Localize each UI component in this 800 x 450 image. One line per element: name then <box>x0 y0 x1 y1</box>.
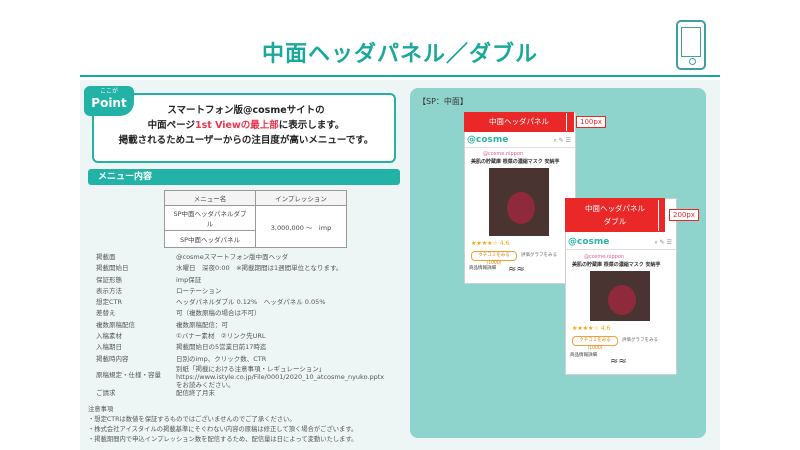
point-description: スマートフォン版@cosmeサイトの 中面ページ1st Viewの最上部に表示し… <box>100 103 392 148</box>
cut-mark: ≈≈ <box>508 264 525 275</box>
point-line-3: 掲載されるためユーザーからの注目度が高いメニューです。 <box>118 135 374 146</box>
height-arrow <box>566 113 567 131</box>
product-name: 美肌の貯蔵庫 根菜の濃縮マスク 安納芋 <box>572 262 661 268</box>
rating-graph-link[interactable]: 評価グラフをみる <box>622 337 658 343</box>
menu-row: SP中面ヘッダパネル <box>164 230 256 248</box>
title-divider <box>80 75 720 77</box>
regulation-link[interactable]: https://www.istyle.co.jp/File/0001/2020_… <box>176 373 384 381</box>
notes: 注意事項 ・想定CTRは数値を保証するものではございませんのでご了承ください。 … <box>88 405 357 445</box>
note-item: ・想定CTRは数値を保証するものではございませんのでご了承ください。 <box>88 416 296 423</box>
height-arrow <box>658 200 659 231</box>
impression-header: インプレッション <box>255 190 347 206</box>
point-line-1: スマートフォン版@cosmeサイトの <box>167 105 325 116</box>
reviews-button[interactable]: クチコミをみる(1000) <box>572 336 618 351</box>
preview-label: 【SP：中面】 <box>418 97 468 106</box>
menu-icons: ⌕ ✎ ☰ <box>553 137 571 144</box>
rating-stars: ★★★★☆ 4.6 <box>572 325 611 332</box>
notes-title: 注意事項 <box>88 406 114 413</box>
header-panel-banner: 中面ヘッダパネル <box>464 112 574 132</box>
point-highlight: 1st Viewの最上部 <box>194 120 279 131</box>
brand-name: @cosme.nippon <box>584 254 625 260</box>
menu-icons: ⌕ ✎ ☰ <box>654 239 672 246</box>
menu-row: SP中面ヘッダパネルダブル <box>164 205 256 231</box>
product-name: 美肌の貯蔵庫 根菜の濃縮マスク 安納芋 <box>471 159 560 165</box>
phone-mock-single: @cosme ⌕ ✎ ☰ @cosme.nippon 美肌の貯蔵庫 根菜の濃縮マ… <box>464 112 576 284</box>
cut-mark: ≈≈ <box>610 356 627 367</box>
point-badge-small: ここが <box>99 88 118 95</box>
menu-table: メニュー名 インプレッション SP中面ヘッダパネルダブル 3,000,000 ～… <box>164 190 347 248</box>
cosme-logo: @cosme <box>467 135 509 145</box>
height-100px-label: 100px <box>576 116 606 128</box>
header-panel-double-banner: 中面ヘッダパネル ダブル <box>565 198 665 232</box>
rating-graph-link[interactable]: 評価グラフをみる <box>521 252 557 258</box>
brand-name: @cosme.nippon <box>483 151 524 157</box>
smartphone-icon <box>676 20 706 70</box>
point-line-2: 中面ページ1st Viewの最上部に表示します。 <box>147 120 345 131</box>
product-image <box>590 271 650 321</box>
note-item: ・掲載期間内で申込インプレッション数を配信するため、配信量は日によって変動いたし… <box>88 436 358 443</box>
menu-name-header: メニュー名 <box>164 190 256 206</box>
menu-section-header: メニュー内容 <box>88 169 400 185</box>
note-item: ・株式会社アイスタイルの掲載基準にそぐわない内容の原稿は修正して頂く場合がござい… <box>88 426 358 433</box>
cosme-logo: @cosme <box>568 237 610 247</box>
reviews-button[interactable]: クチコミをみる(1000) <box>471 251 517 266</box>
impression-value: 3,000,000 ～ imp <box>255 205 347 248</box>
rating-stars: ★★★★☆ 4.6 <box>471 240 510 247</box>
product-image <box>489 168 549 236</box>
product-info-label: 商品情報詳細 <box>570 353 597 358</box>
product-info-label: 商品情報詳細 <box>469 266 496 271</box>
height-200px-label: 200px <box>669 209 699 221</box>
